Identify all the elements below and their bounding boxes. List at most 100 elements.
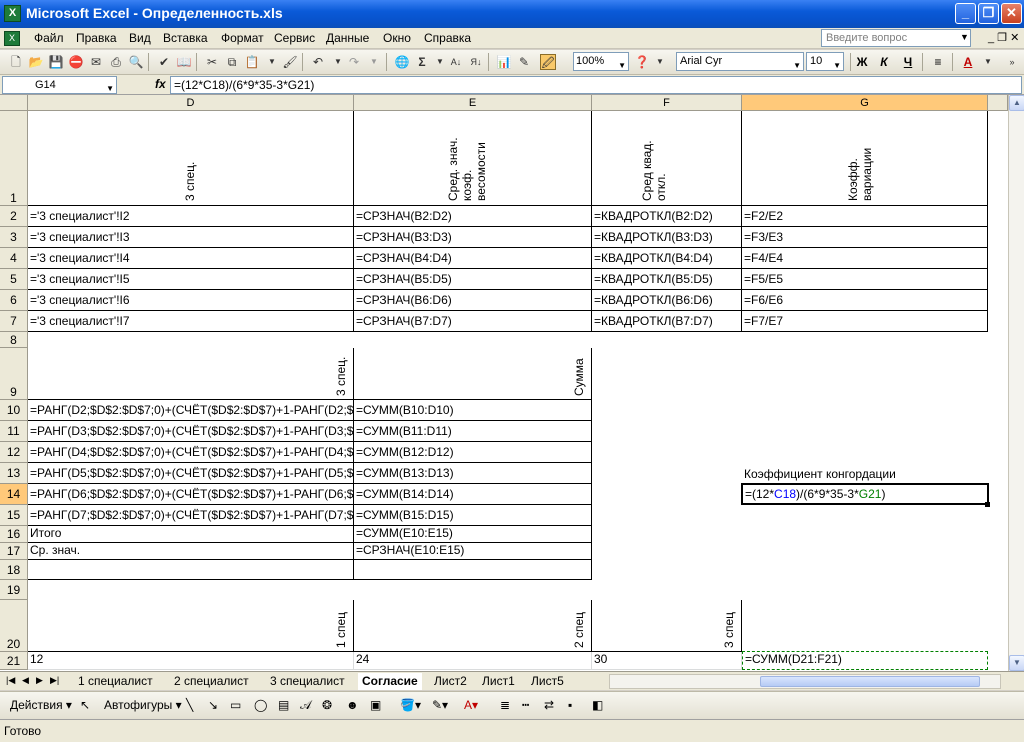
column-header-f[interactable]: F — [592, 95, 742, 111]
cell-d4[interactable]: ='3 специалист'!I4 — [28, 248, 354, 269]
fill-color-icon[interactable]: 🪣▾ — [400, 698, 421, 712]
chart-wizard-icon[interactable]: 📊 — [496, 54, 512, 70]
row-header-6[interactable]: 6 — [0, 290, 28, 311]
workbook-icon[interactable]: X — [4, 31, 20, 46]
column-header-d[interactable]: D — [28, 95, 354, 111]
bold-button[interactable]: Ж — [852, 53, 872, 71]
arrow-style-icon[interactable]: ⇄ — [544, 698, 554, 712]
cell-d3[interactable]: ='3 специалист'!I3 — [28, 227, 354, 248]
help-search-input[interactable]: Введите вопрос — [821, 29, 971, 47]
cell-g1[interactable]: Коэфф. вариации — [742, 111, 988, 206]
cell-g13[interactable]: Коэффициент конгордации — [742, 463, 988, 484]
diagram-icon[interactable]: ❂ — [322, 698, 332, 712]
menu-window[interactable]: Окно — [383, 31, 411, 45]
cell-d10[interactable]: =РАНГ(D2;$D$2:$D$7;0)+(СЧЁТ($D$2:$D$7)+1… — [28, 400, 354, 421]
save-icon[interactable]: 💾 — [48, 54, 64, 70]
spelling-icon[interactable]: ✔ — [156, 54, 172, 70]
sort-ascending-icon[interactable]: A↓ — [448, 54, 464, 70]
cell-g4[interactable]: =F4/E4 — [742, 248, 988, 269]
horizontal-scrollbar[interactable] — [609, 674, 1001, 689]
wordart-icon[interactable]: 𝒜 — [300, 698, 311, 713]
font-color-button[interactable]: A — [958, 53, 978, 71]
cell-d9[interactable]: 3 спец. — [28, 348, 354, 400]
select-all-corner[interactable] — [0, 95, 28, 111]
font-size-select[interactable]: 10 ▼ — [806, 52, 844, 71]
row-header-3[interactable]: 3 — [0, 227, 28, 248]
cell-d20[interactable]: 1 спец — [28, 600, 354, 652]
picture-icon[interactable]: ▣ — [370, 698, 381, 712]
cell-e12[interactable]: =СУММ(B12:D12) — [354, 442, 592, 463]
print-preview-icon[interactable]: 🔍 — [128, 54, 144, 70]
fill-handle[interactable] — [985, 502, 990, 507]
cell-g7[interactable]: =F7/E7 — [742, 311, 988, 332]
column-header-e[interactable]: E — [354, 95, 592, 111]
insert-function-icon[interactable]: fx — [155, 77, 166, 91]
cell-e18[interactable] — [354, 560, 592, 580]
copy-icon[interactable]: ⧉ — [224, 54, 240, 70]
font-name-select[interactable]: Arial Cyr ▼ — [676, 52, 804, 71]
menu-file[interactable]: Файл — [34, 31, 64, 45]
redo-icon[interactable]: ↷ — [346, 54, 362, 70]
permission-icon[interactable]: ⛔ — [68, 54, 84, 70]
column-header-g[interactable]: G — [742, 95, 988, 111]
menu-data[interactable]: Данные — [326, 31, 369, 45]
font-color-draw-icon[interactable]: A▾ — [464, 698, 478, 712]
cell-g3[interactable]: =F3/E3 — [742, 227, 988, 248]
row-header-19[interactable]: 19 — [0, 580, 28, 600]
paste-icon[interactable]: 📋 — [244, 54, 260, 70]
oval-icon[interactable]: ◯ — [254, 698, 267, 712]
menu-format[interactable]: Формат — [221, 31, 264, 45]
cut-icon[interactable]: ✂ — [204, 54, 220, 70]
row-header-10[interactable]: 10 — [0, 400, 28, 421]
cell-f2[interactable]: =КВАДРОТКЛ(B2:D2) — [592, 206, 742, 227]
paste-dropdown-icon[interactable]: ▼ — [264, 54, 280, 70]
cell-g21[interactable]: =СУММ(D21:F21) — [742, 651, 988, 670]
sheet-tab-2[interactable]: 2 специалист — [170, 673, 253, 690]
menu-edit[interactable]: Правка — [76, 31, 117, 45]
align-left-icon[interactable]: ≡ — [928, 53, 948, 71]
worksheet-grid[interactable]: D E F G 1 2 3 4 5 6 7 8 9 10 11 12 13 14 15 16 17 18 19 20 2… — [0, 95, 1008, 671]
vertical-scrollbar[interactable]: ▲ ▼ — [1008, 95, 1024, 671]
row-header-7[interactable]: 7 — [0, 311, 28, 332]
actions-menu[interactable]: Действия ▾ — [10, 698, 72, 712]
last-sheet-icon[interactable]: ▶| — [50, 675, 59, 686]
cell-f6[interactable]: =КВАДРОТКЛ(B6:D6) — [592, 290, 742, 311]
cell-e7[interactable]: =СРЗНАЧ(B7:D7) — [354, 311, 592, 332]
drawing-active-icon[interactable]: 🖉 — [540, 54, 556, 70]
scroll-up-icon[interactable]: ▲ — [1009, 95, 1024, 111]
minimize-button[interactable]: _ — [955, 3, 976, 24]
row-header-5[interactable]: 5 — [0, 269, 28, 290]
autoshapes-menu[interactable]: Автофигуры ▾ — [104, 698, 182, 712]
row-header-2[interactable]: 2 — [0, 206, 28, 227]
cell-e21[interactable]: 24 — [354, 652, 592, 670]
font-dropdown-icon[interactable]: ▼ — [793, 57, 801, 74]
select-objects-icon[interactable]: ↖ — [80, 698, 90, 712]
autosum-dropdown-icon[interactable]: ▼ — [432, 54, 448, 70]
cell-g2[interactable]: =F2/E2 — [742, 206, 988, 227]
cell-e20[interactable]: 2 спец — [354, 600, 592, 652]
underline-button[interactable]: Ч — [898, 53, 918, 71]
cell-d5[interactable]: ='3 специалист'!I5 — [28, 269, 354, 290]
rectangle-icon[interactable]: ▭ — [230, 698, 241, 712]
cell-d18[interactable] — [28, 560, 354, 580]
cell-e10[interactable]: =СУММ(B10:D10) — [354, 400, 592, 421]
excel-icon[interactable]: X — [4, 5, 21, 22]
formula-input[interactable]: =(12*C18)/(6*9*35-3*G21) — [170, 76, 1022, 94]
drawing-toggle-icon[interactable]: ✎ — [516, 54, 532, 70]
zoom-dropdown-icon[interactable]: ▼ — [618, 57, 626, 74]
row-header-1[interactable]: 1 — [0, 111, 28, 206]
menu-view[interactable]: Вид — [129, 31, 151, 45]
row-header-13[interactable]: 13 — [0, 463, 28, 484]
redo-dropdown-icon[interactable]: ▼ — [366, 54, 382, 70]
cell-d6[interactable]: ='3 специалист'!I6 — [28, 290, 354, 311]
cell-e13[interactable]: =СУММ(B13:D13) — [354, 463, 592, 484]
arrow-icon[interactable]: ↘ — [208, 698, 218, 712]
toolbar-more-icon[interactable]: » — [1004, 54, 1020, 70]
help-icon[interactable]: ❓ — [634, 54, 650, 70]
size-dropdown-icon[interactable]: ▼ — [833, 57, 841, 74]
cell-d21[interactable]: 12 — [28, 652, 354, 670]
dash-style-icon[interactable]: ┅ — [522, 698, 529, 712]
menu-tools[interactable]: Сервис — [274, 31, 315, 45]
new-icon[interactable]: 🗋 — [8, 54, 24, 70]
row-header-18[interactable]: 18 — [0, 560, 28, 580]
